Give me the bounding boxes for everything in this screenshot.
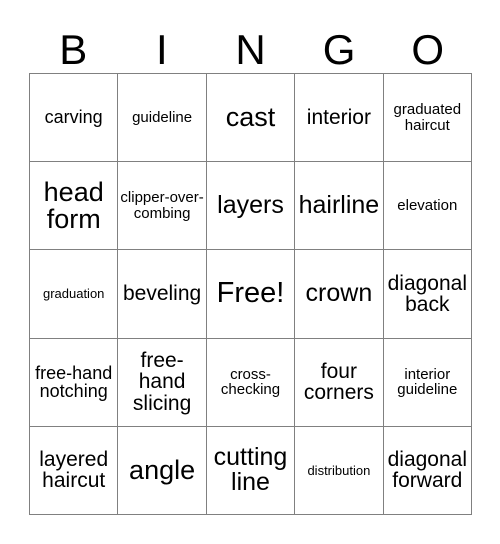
bingo-header: B I N G O xyxy=(29,21,472,73)
bingo-cell-g4[interactable]: four corners xyxy=(295,338,384,427)
bingo-cell-n2[interactable]: layers xyxy=(206,162,296,251)
bingo-cell-label: free-hand notching xyxy=(35,362,113,402)
bingo-cell-b5[interactable]: layered haircut xyxy=(30,426,119,515)
bingo-card: B I N G O carving guideline cast interio… xyxy=(0,0,500,544)
header-letter-b: B xyxy=(59,26,88,73)
bingo-cell-label: graduated haircut xyxy=(393,101,462,134)
bingo-cell-o1[interactable]: graduated haircut xyxy=(383,74,472,163)
bingo-cell-label: hairline xyxy=(298,191,380,220)
bingo-cell-g5[interactable]: distribution xyxy=(295,426,384,515)
header-letter-g: G xyxy=(322,26,356,73)
header-letter-o: O xyxy=(411,26,444,73)
bingo-cell-label: carving xyxy=(44,107,103,128)
bingo-cell-label: graduation xyxy=(42,286,105,302)
bingo-cell-b3[interactable]: graduation xyxy=(30,250,119,339)
bingo-cell-i2[interactable]: clipper-over-combing xyxy=(118,162,207,251)
bingo-cell-b2[interactable]: head form xyxy=(30,162,119,251)
bingo-cell-label: head form xyxy=(43,176,104,234)
bingo-cell-o2[interactable]: elevation xyxy=(383,162,472,251)
bingo-grid: carving guideline cast interior graduate… xyxy=(29,73,472,515)
bingo-cell-g2[interactable]: hairline xyxy=(295,162,384,251)
bingo-cell-label: free-hand slicing xyxy=(132,349,192,415)
bingo-cell-label: cutting line xyxy=(213,443,288,497)
bingo-cell-o4[interactable]: interior guideline xyxy=(383,338,472,427)
bingo-cell-label: angle xyxy=(129,454,196,485)
bingo-cell-label: cross-checking xyxy=(220,365,281,399)
bingo-cell-label: interior guideline xyxy=(397,365,458,399)
bingo-cell-b4[interactable]: free-hand notching xyxy=(30,338,119,427)
bingo-cell-label: distribution xyxy=(307,462,371,478)
bingo-cell-label: layers xyxy=(217,191,284,220)
bingo-cell-n4[interactable]: cross-checking xyxy=(206,338,296,427)
bingo-cell-i1[interactable]: guideline xyxy=(118,74,207,163)
bingo-cell-i4[interactable]: free-hand slicing xyxy=(118,338,207,427)
bingo-cell-label: four corners xyxy=(303,359,374,405)
bingo-cell-o3[interactable]: diagonal back xyxy=(383,250,472,339)
bingo-cell-o5[interactable]: diagonal forward xyxy=(383,426,472,515)
bingo-cell-free-space[interactable]: Free! xyxy=(206,250,296,339)
bingo-cell-label: beveling xyxy=(122,282,202,306)
free-space-label: Free! xyxy=(216,277,285,310)
bingo-cell-label: elevation xyxy=(397,197,458,215)
bingo-cell-n1[interactable]: cast xyxy=(206,74,296,163)
bingo-cell-label: interior xyxy=(306,105,371,129)
bingo-cell-i5[interactable]: angle xyxy=(118,426,207,515)
bingo-cell-label: cast xyxy=(225,102,276,133)
bingo-cell-b1[interactable]: carving xyxy=(30,74,119,163)
header-letter-i: I xyxy=(156,26,168,73)
bingo-cell-n5[interactable]: cutting line xyxy=(206,426,296,515)
bingo-cell-label: crown xyxy=(305,279,373,308)
bingo-cell-g3[interactable]: crown xyxy=(295,250,384,339)
bingo-cell-g1[interactable]: interior xyxy=(295,74,384,163)
bingo-cell-label: layered haircut xyxy=(39,447,109,493)
bingo-cell-label: diagonal forward xyxy=(387,447,467,493)
bingo-cell-label: clipper-over-combing xyxy=(120,189,204,222)
bingo-cell-label: guideline xyxy=(132,108,193,126)
bingo-cell-label: diagonal back xyxy=(387,271,467,316)
header-letter-n: N xyxy=(235,26,266,73)
bingo-cell-i3[interactable]: beveling xyxy=(118,250,207,339)
